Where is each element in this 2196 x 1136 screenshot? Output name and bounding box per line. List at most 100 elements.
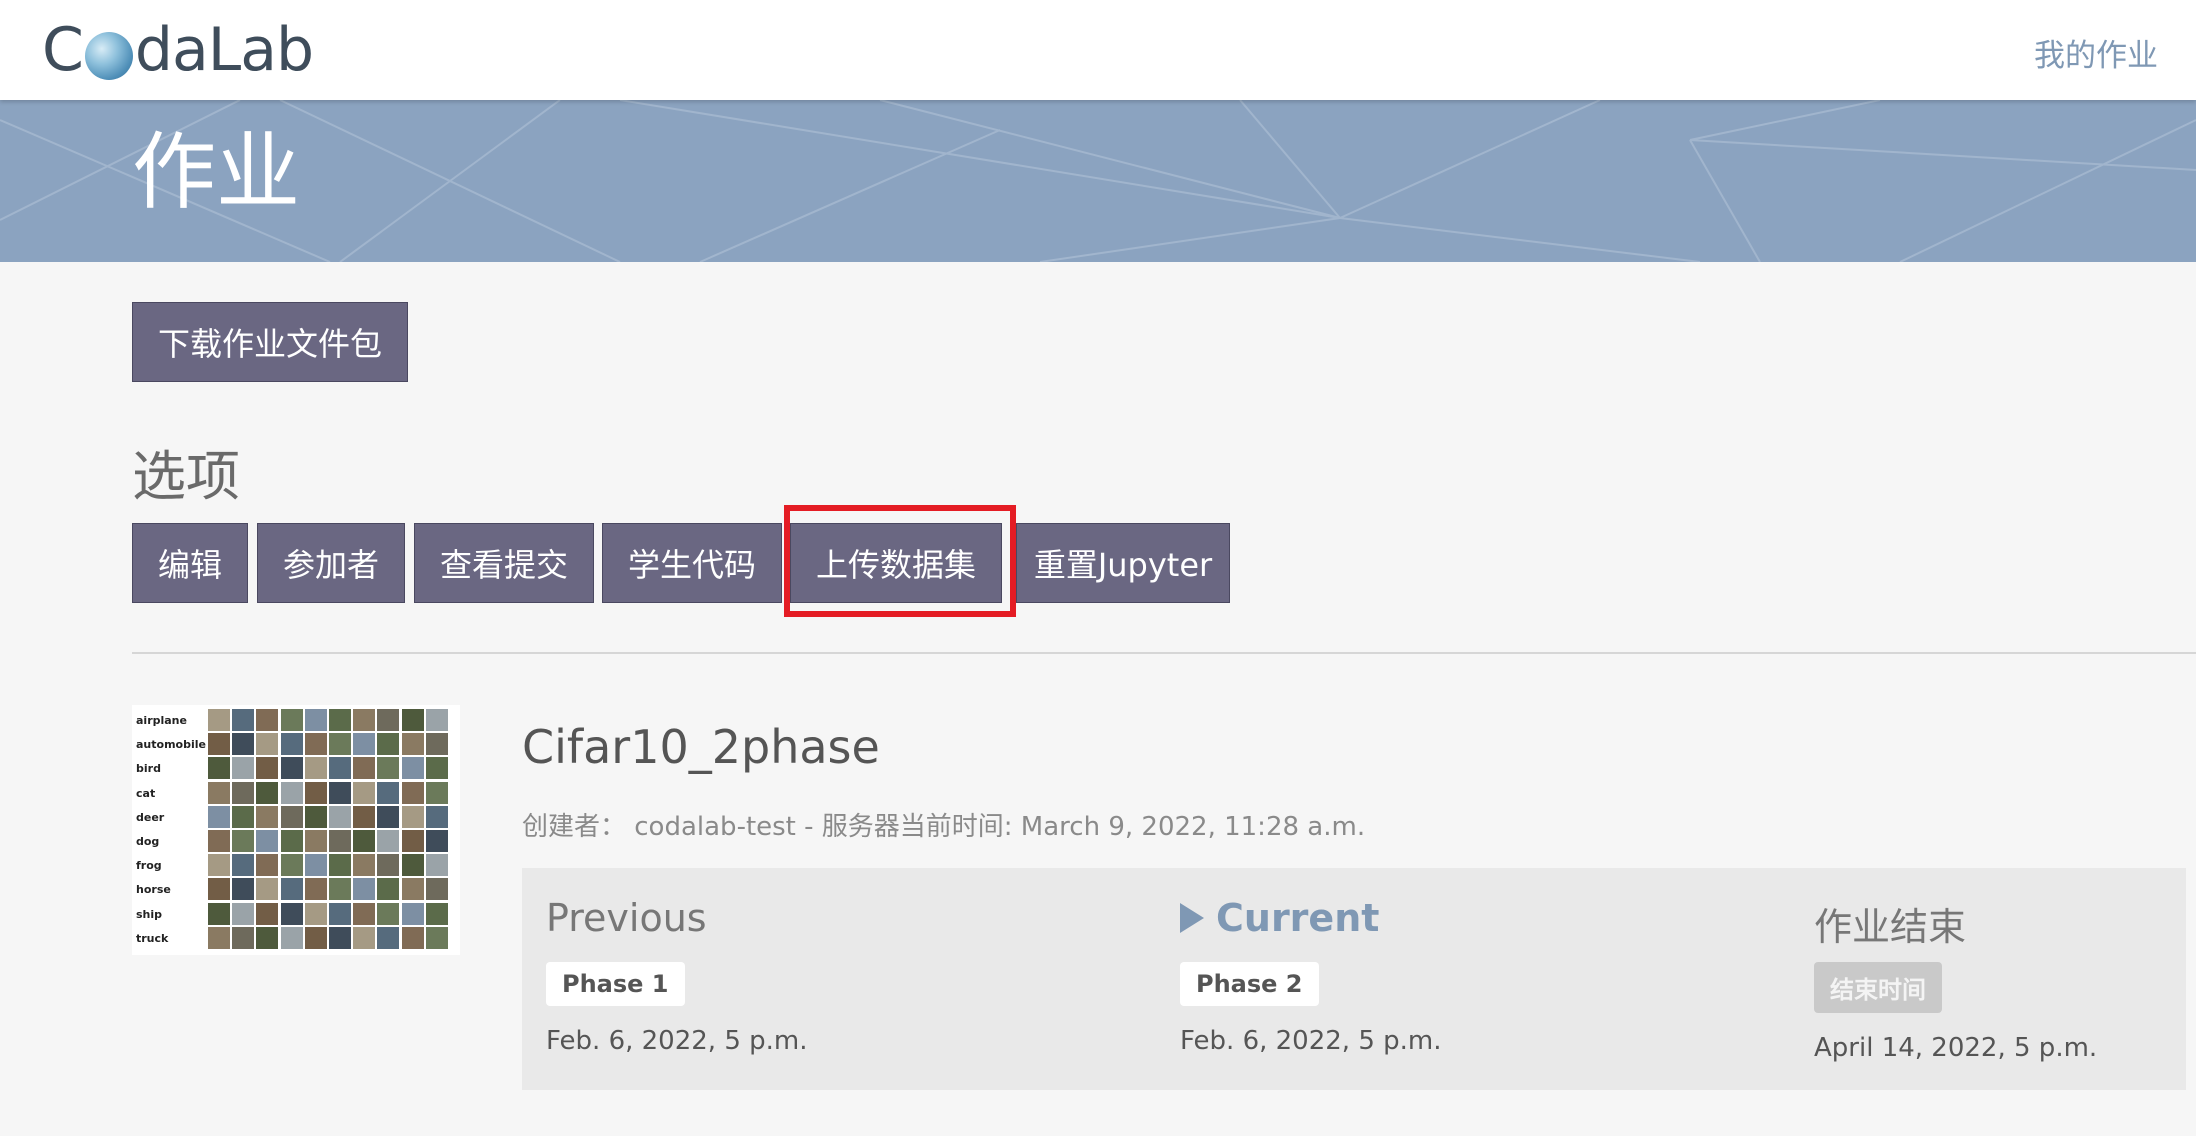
- thumbnail-cell: [280, 902, 303, 925]
- phase-heading-current: Current: [1180, 896, 1442, 954]
- thumb-label: cat: [136, 786, 156, 800]
- phase-badge: Phase 1: [546, 962, 685, 1006]
- thumbnail-cell: [208, 829, 230, 852]
- reset-jupyter-button[interactable]: 重置Jupyter: [1016, 523, 1230, 603]
- thumbnail-cell: [377, 829, 400, 852]
- phase-heading: 作业结束: [1814, 905, 1967, 949]
- page-banner: 作业: [0, 100, 2196, 262]
- thumb-label: bird: [136, 762, 161, 776]
- thumbnail-cell: [280, 878, 303, 901]
- thumbnail-cell: [208, 781, 230, 804]
- phase-date: April 14, 2022, 5 p.m.: [1814, 1033, 2098, 1063]
- thumbnail-cell: [377, 757, 400, 780]
- thumbnail-cell: [328, 854, 351, 877]
- thumbnail-cell: [304, 781, 327, 804]
- thumb-label: automobile: [136, 738, 206, 752]
- phase-previous: Previous Phase 1 Feb. 6, 2022, 5 p.m.: [546, 896, 808, 1056]
- competition-meta: 创建者： codalab-test - 服务器当前时间: March 9, 20…: [522, 812, 1366, 842]
- thumbnail-cell: [377, 733, 400, 756]
- thumb-label: deer: [136, 810, 165, 824]
- thumbnail-cell: [401, 733, 424, 756]
- download-package-button[interactable]: 下载作业文件包: [132, 302, 408, 382]
- thumbnail-cell: [425, 781, 448, 804]
- view-submissions-button[interactable]: 查看提交: [414, 523, 594, 603]
- codalab-logo[interactable]: CdaLab: [42, 8, 314, 92]
- thumbnail-cell: [401, 829, 424, 852]
- thumbnail-cell: [353, 805, 376, 828]
- page-title: 作业: [132, 123, 301, 221]
- play-icon: [1180, 903, 1204, 933]
- thumbnail-cell: [304, 878, 327, 901]
- thumb-label: dog: [136, 834, 160, 848]
- thumbnail-cell: [353, 757, 376, 780]
- thumbnail-cell: [232, 733, 255, 756]
- thumbnail-cell: [232, 709, 255, 731]
- upload-dataset-button[interactable]: 上传数据集: [790, 523, 1002, 603]
- phase-heading: Previous: [546, 896, 707, 940]
- thumbnail-cell: [377, 805, 400, 828]
- thumbnail-cell: [328, 757, 351, 780]
- phase-date: Feb. 6, 2022, 5 p.m.: [1180, 1026, 1442, 1056]
- thumbnail-cell: [232, 781, 255, 804]
- thumbnail-cell: [232, 757, 255, 780]
- thumbnail-cell: [256, 854, 279, 877]
- thumbnail-cell: [256, 805, 279, 828]
- thumbnail-cell: [353, 781, 376, 804]
- thumbnail-cell: [304, 757, 327, 780]
- banner-pattern: [0, 100, 2196, 262]
- student-code-button[interactable]: 学生代码: [602, 523, 782, 603]
- thumbnail-cell: [256, 733, 279, 756]
- thumbnail-cell: [401, 854, 424, 877]
- thumbnail-cell: [377, 926, 400, 949]
- thumbnail-cell: [328, 709, 351, 731]
- section-divider: [132, 652, 2196, 654]
- thumbnail-cell: [280, 926, 303, 949]
- thumbnail-cell: [304, 902, 327, 925]
- thumbnail-cell: [377, 709, 400, 731]
- participants-button[interactable]: 参加者: [257, 523, 405, 603]
- thumbnail-cell: [328, 902, 351, 925]
- thumbnail-cell: [208, 926, 230, 949]
- thumbnail-cell: [425, 902, 448, 925]
- thumb-label: horse: [136, 883, 171, 897]
- thumbnail-cell: [377, 878, 400, 901]
- edit-button[interactable]: 编辑: [132, 523, 248, 603]
- thumbnail-cell: [304, 805, 327, 828]
- thumbnail-cell: [328, 733, 351, 756]
- thumbnail-cell: [208, 709, 230, 731]
- thumbnail-labels: airplane automobile bird cat deer dog fr…: [136, 709, 206, 951]
- thumbnail-cell: [208, 878, 230, 901]
- thumbnail-cell: [304, 854, 327, 877]
- thumb-label: ship: [136, 907, 163, 921]
- thumbnail-cell: [280, 757, 303, 780]
- thumbnail-cell: [304, 709, 327, 731]
- thumbnail-cell: [328, 878, 351, 901]
- thumbnail-cell: [401, 926, 424, 949]
- thumbnail-cell: [353, 878, 376, 901]
- thumbnail-cell: [232, 829, 255, 852]
- thumbnail-cell: [401, 805, 424, 828]
- top-navbar: CdaLab 我的作业: [0, 0, 2196, 100]
- thumbnail-cell: [256, 902, 279, 925]
- my-assignments-link[interactable]: 我的作业: [2034, 30, 2158, 75]
- thumbnail-cell: [208, 757, 230, 780]
- thumbnail-cell: [304, 829, 327, 852]
- phases-panel: Previous Phase 1 Feb. 6, 2022, 5 p.m. Cu…: [522, 868, 2186, 1090]
- thumbnail-cell: [256, 709, 279, 731]
- thumbnail-cell: [328, 781, 351, 804]
- thumbnail-cell: [377, 854, 400, 877]
- thumbnail-cell: [232, 854, 255, 877]
- thumbnail-cell: [353, 829, 376, 852]
- thumbnail-cell: [353, 902, 376, 925]
- thumbnail-cell: [208, 733, 230, 756]
- phase-date: Feb. 6, 2022, 5 p.m.: [546, 1026, 808, 1056]
- logo-globe-icon: [84, 32, 133, 80]
- thumbnail-cell: [232, 878, 255, 901]
- competition-title: Cifar10_2phase: [522, 720, 880, 774]
- thumbnail-cell: [425, 757, 448, 780]
- thumbnail-cell: [401, 757, 424, 780]
- thumbnail-cell: [232, 805, 255, 828]
- thumbnail-cell: [353, 926, 376, 949]
- phase-badge-end: 结束时间: [1814, 962, 1942, 1013]
- thumbnail-cell: [280, 829, 303, 852]
